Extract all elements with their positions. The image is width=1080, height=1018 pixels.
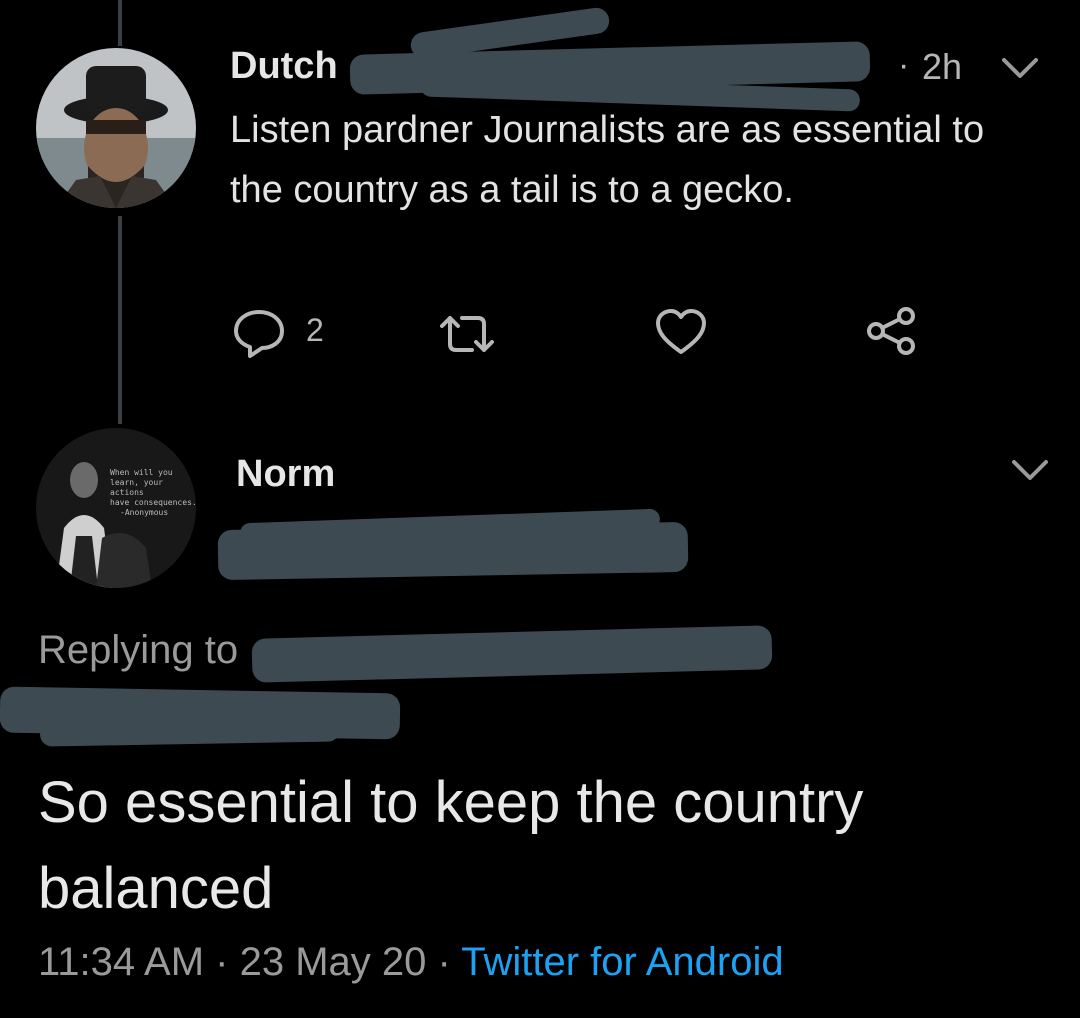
dutch-avatar[interactable] xyxy=(36,48,196,208)
reply-icon[interactable] xyxy=(232,308,286,358)
avatar-caption-line: When will you xyxy=(110,468,173,477)
avatar-caption-line: -Anonymous xyxy=(120,508,169,517)
norm-avatar[interactable]: When will you learn, your actions have c… xyxy=(36,428,196,588)
redaction-mentions-3 xyxy=(39,717,341,747)
avatar-caption-line: have consequences. xyxy=(110,498,196,507)
parent-time-separator: · xyxy=(898,46,910,84)
thread-line-top xyxy=(118,0,122,46)
replying-to-label: Replying to xyxy=(38,628,239,672)
redaction-mentions-1 xyxy=(251,625,773,683)
retweet-icon[interactable] xyxy=(436,312,498,356)
reply-tweet-text: So essential to keep the country balance… xyxy=(38,770,864,921)
share-icon[interactable] xyxy=(866,306,918,356)
avatar-caption: When will you learn, your actions have c… xyxy=(110,468,196,518)
parent-timestamp[interactable]: 2h xyxy=(922,46,962,88)
reply-time: 11:34 AM xyxy=(38,940,205,984)
chevron-down-icon[interactable] xyxy=(1010,458,1050,482)
reply-count: 2 xyxy=(306,312,324,348)
thread-line-bottom xyxy=(118,216,122,424)
parent-author-name[interactable]: Dutch xyxy=(230,44,338,88)
client-link[interactable]: Twitter for Android xyxy=(461,940,783,984)
reply-meta: 11:34 AM · 23 May 20 · Twitter for Andro… xyxy=(38,940,784,985)
meta-separator: · xyxy=(215,940,229,984)
like-icon[interactable] xyxy=(654,308,708,356)
meta-separator: · xyxy=(437,940,451,984)
reply-author-name[interactable]: Norm xyxy=(236,452,335,496)
chevron-down-icon[interactable] xyxy=(1000,56,1040,80)
parent-tweet-text: Listen pardner Journalists are as essent… xyxy=(230,109,985,211)
reply-date: 23 May 20 xyxy=(239,940,427,984)
avatar-caption-line: learn, your actions xyxy=(110,478,163,497)
